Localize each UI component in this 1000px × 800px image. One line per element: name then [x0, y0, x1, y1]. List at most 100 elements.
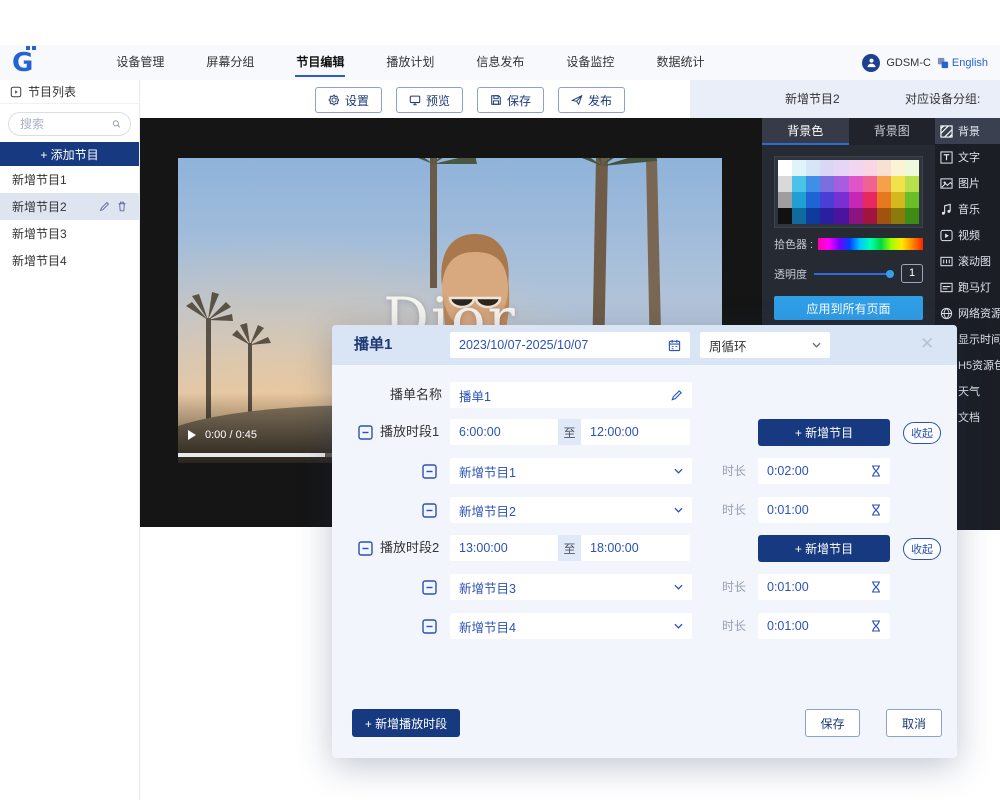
palette-swatch[interactable]	[834, 160, 848, 176]
remove-section-icon[interactable]	[358, 541, 373, 556]
opacity-slider[interactable]	[814, 273, 892, 275]
palette-swatch[interactable]	[863, 176, 877, 192]
save-button[interactable]: 保存	[477, 87, 544, 113]
palette-swatch[interactable]	[863, 192, 877, 208]
edit-icon[interactable]	[670, 389, 683, 402]
search-box[interactable]	[8, 112, 131, 136]
duration-input[interactable]: 0:01:00	[758, 574, 890, 600]
close-icon[interactable]: ✕	[920, 334, 934, 354]
nav-item-data-statistics[interactable]: 数据统计	[635, 45, 725, 80]
cycle-select[interactable]: 周循环	[700, 332, 830, 358]
remove-program-icon[interactable]	[422, 503, 437, 518]
duration-input[interactable]: 0:01:00	[758, 497, 890, 523]
calendar-icon[interactable]	[668, 339, 681, 352]
playlist-name-input[interactable]: 播单1	[450, 382, 692, 408]
nav-item-screen-groups[interactable]: 屏幕分组	[185, 45, 275, 80]
palette-swatch[interactable]	[877, 160, 891, 176]
add-time-section-button[interactable]: + 新增播放时段	[352, 709, 460, 737]
rail-item-video[interactable]: 视频	[935, 222, 1000, 248]
rail-item-scroll-image[interactable]: 滚动图	[935, 248, 1000, 274]
edit-icon[interactable]	[99, 201, 110, 212]
palette-swatch[interactable]	[863, 208, 877, 224]
palette-swatch[interactable]	[905, 176, 919, 192]
palette-swatch[interactable]	[877, 176, 891, 192]
remove-section-icon[interactable]	[358, 425, 373, 440]
rail-item-background[interactable]: 背景	[935, 118, 1000, 144]
palette-swatch[interactable]	[834, 208, 848, 224]
palette-swatch[interactable]	[834, 176, 848, 192]
add-program-button[interactable]: + 添加节目	[0, 142, 139, 166]
hourglass-icon[interactable]	[871, 504, 881, 516]
nav-item-info-publish[interactable]: 信息发布	[455, 45, 545, 80]
tab-background-color[interactable]: 背景色	[762, 118, 849, 145]
sidebar-item-program-1[interactable]: 新增节目1	[0, 166, 139, 193]
palette-swatch[interactable]	[849, 208, 863, 224]
rainbow-strip[interactable]	[818, 238, 923, 250]
rail-item-music[interactable]: 音乐	[935, 196, 1000, 222]
program-select[interactable]: 新增节目1	[450, 458, 692, 484]
delete-icon[interactable]	[117, 201, 127, 212]
section-2-end-time[interactable]: 18:00:00	[581, 535, 690, 561]
add-program-to-section-2-button[interactable]: + 新增节目	[758, 535, 890, 562]
tab-background-image[interactable]: 背景图	[849, 118, 936, 145]
settings-button[interactable]: 设置	[315, 87, 382, 113]
palette-swatch[interactable]	[863, 160, 877, 176]
palette-swatch[interactable]	[891, 160, 905, 176]
program-select[interactable]: 新增节目3	[450, 574, 692, 600]
sidebar-item-program-2[interactable]: 新增节目2	[0, 193, 139, 220]
opacity-slider-knob[interactable]	[886, 270, 894, 278]
username[interactable]: GDSM-C	[886, 57, 931, 69]
palette-swatch[interactable]	[806, 192, 820, 208]
dialog-cancel-button[interactable]: 取消	[886, 709, 942, 737]
remove-program-icon[interactable]	[422, 580, 437, 595]
nav-item-play-schedule[interactable]: 播放计划	[365, 45, 455, 80]
palette-swatch[interactable]	[806, 160, 820, 176]
palette-swatch[interactable]	[820, 192, 834, 208]
nav-item-device-management[interactable]: 设备管理	[95, 45, 185, 80]
user-avatar[interactable]	[862, 54, 880, 72]
rail-item-image[interactable]: 图片	[935, 170, 1000, 196]
palette-swatch[interactable]	[834, 192, 848, 208]
date-range-input[interactable]: 2023/10/07-2025/10/07	[450, 332, 690, 358]
palette-swatch[interactable]	[905, 192, 919, 208]
palette-swatch[interactable]	[849, 192, 863, 208]
palette-swatch[interactable]	[820, 160, 834, 176]
palette-swatch[interactable]	[778, 160, 792, 176]
palette-swatch[interactable]	[792, 176, 806, 192]
hourglass-icon[interactable]	[871, 620, 881, 632]
palette-swatch[interactable]	[792, 192, 806, 208]
palette-swatch[interactable]	[905, 208, 919, 224]
preview-button[interactable]: 预览	[396, 87, 463, 113]
section-2-start-time[interactable]: 13:00:00	[450, 535, 558, 561]
palette-swatch[interactable]	[820, 176, 834, 192]
remove-program-icon[interactable]	[422, 619, 437, 634]
palette-swatch[interactable]	[891, 176, 905, 192]
palette-swatch[interactable]	[891, 192, 905, 208]
palette-swatch[interactable]	[820, 208, 834, 224]
collapse-section-2-button[interactable]: 收起	[903, 538, 941, 560]
section-1-end-time[interactable]: 12:00:00	[581, 419, 690, 445]
program-select[interactable]: 新增节目4	[450, 613, 692, 639]
palette-swatch[interactable]	[778, 208, 792, 224]
search-input[interactable]	[18, 116, 112, 132]
duration-input[interactable]: 0:02:00	[758, 458, 890, 484]
palette-swatch[interactable]	[806, 208, 820, 224]
rail-item-web-resource[interactable]: 网络资源	[935, 300, 1000, 326]
palette-swatch[interactable]	[849, 160, 863, 176]
duration-input[interactable]: 0:01:00	[758, 613, 890, 639]
sidebar-item-program-4[interactable]: 新增节目4	[0, 247, 139, 274]
palette-swatch[interactable]	[778, 192, 792, 208]
collapse-section-1-button[interactable]: 收起	[903, 422, 941, 444]
remove-program-icon[interactable]	[422, 464, 437, 479]
opacity-value[interactable]: 1	[901, 264, 923, 283]
program-select[interactable]: 新增节目2	[450, 497, 692, 523]
palette-swatch[interactable]	[849, 176, 863, 192]
rail-item-text[interactable]: 文字	[935, 144, 1000, 170]
language-switch[interactable]: English	[937, 57, 988, 69]
dialog-save-button[interactable]: 保存	[805, 709, 860, 737]
rail-item-marquee[interactable]: 跑马灯	[935, 274, 1000, 300]
palette-swatch[interactable]	[905, 160, 919, 176]
apply-to-all-pages-button[interactable]: 应用到所有页面	[774, 296, 923, 320]
palette-swatch[interactable]	[877, 192, 891, 208]
publish-button[interactable]: 发布	[558, 87, 625, 113]
